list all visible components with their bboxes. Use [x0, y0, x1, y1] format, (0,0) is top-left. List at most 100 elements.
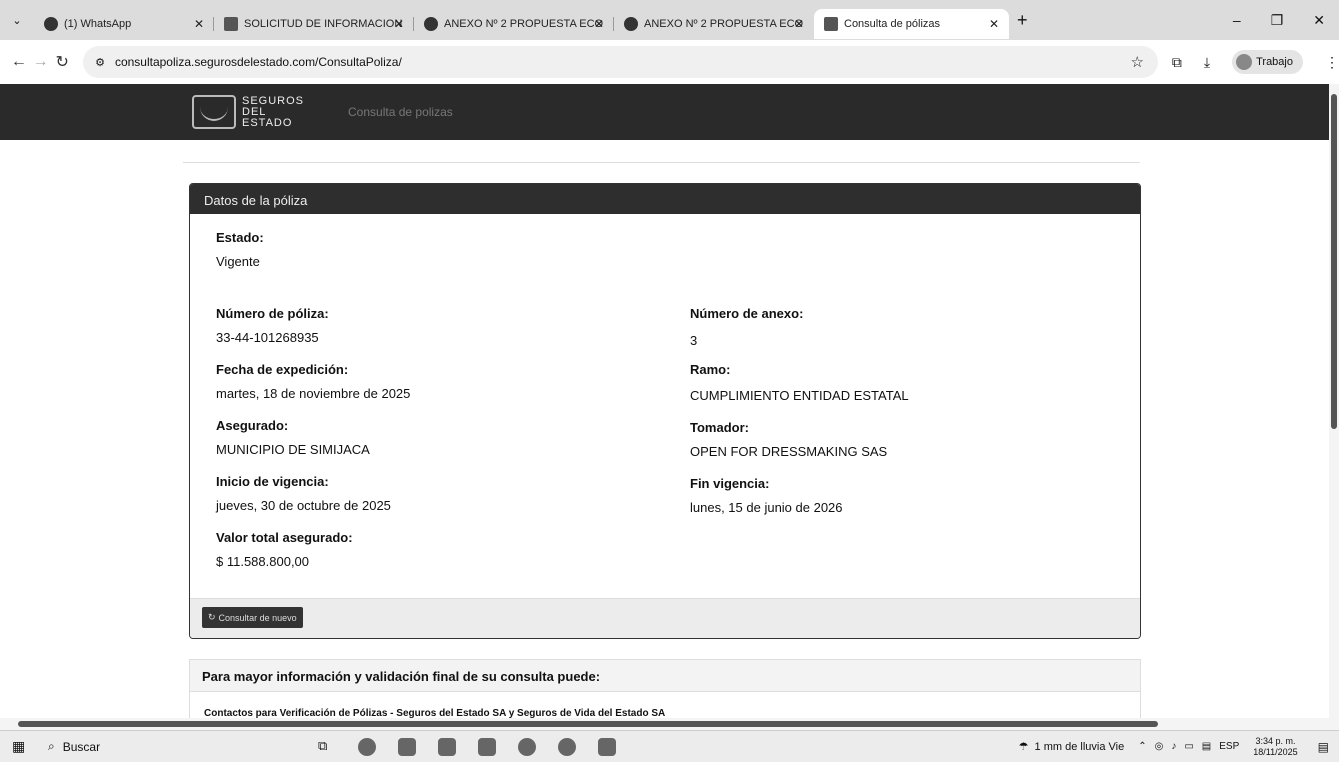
- chrome-profile-icon[interactable]: [558, 737, 576, 756]
- fecha-expedicion-label: Fecha de expedición:: [216, 362, 349, 377]
- logo-emblem-icon: [192, 95, 236, 129]
- edge-icon[interactable]: [358, 737, 376, 756]
- url-text: consultapoliza.segurosdelestado.com/Cons…: [114, 55, 402, 69]
- weather-text: 1 mm de lluvia Vie: [1034, 740, 1125, 753]
- valor-asegurado-value: $ 11.588.800,00: [216, 554, 310, 569]
- clock-time: 3:34 p. m.: [1255, 735, 1296, 746]
- info-box: Para mayor información y validación fina…: [189, 659, 1141, 718]
- numero-anexo-value: 3: [690, 333, 698, 348]
- weather-widget[interactable]: ☂ 1 mm de lluvia Vie: [1018, 740, 1125, 754]
- panel-title: Datos de la póliza: [190, 184, 1140, 214]
- vertical-scrollbar[interactable]: [1329, 84, 1339, 718]
- browser-tab-bar: ⌄ (1) WhatsApp ✕ SOLICITUD DE INFORMACIO…: [0, 0, 1339, 40]
- tab-title: Consulta de pólizas: [844, 18, 941, 30]
- policy-panel: Datos de la póliza Estado: Vigente Númer…: [189, 183, 1141, 639]
- info-heading: Para mayor información y validación fina…: [190, 660, 1140, 692]
- tab-search-icon[interactable]: ⌄: [0, 14, 34, 27]
- valor-asegurado-label: Valor total asegurado:: [216, 530, 353, 545]
- taskbar: ▦ ⌕ Buscar ⧉ ☂ 1 mm de lluvia Vie ⌃ ◎ ♪ …: [0, 730, 1339, 762]
- more-menu-icon[interactable]: ⋮: [1325, 54, 1339, 71]
- info-subheading: Contactos para Verificación de Pólizas -…: [204, 708, 666, 718]
- close-icon[interactable]: ✕: [594, 17, 604, 31]
- minimize-icon[interactable]: –: [1233, 12, 1241, 29]
- globe-icon: [424, 17, 438, 31]
- forward-icon[interactable]: →: [30, 53, 52, 71]
- extensions-icon[interactable]: ⧉: [1172, 54, 1182, 71]
- restore-icon[interactable]: ❐: [1271, 12, 1284, 29]
- close-icon[interactable]: ✕: [989, 17, 999, 31]
- battery-icon[interactable]: ▭: [1184, 741, 1193, 752]
- tab-whatsapp[interactable]: (1) WhatsApp ✕: [34, 9, 214, 39]
- address-bar-row: ← → ↻ ⚙ consultapoliza.segurosdelestado.…: [0, 40, 1339, 84]
- tab-consulta-polizas[interactable]: Consulta de pólizas ✕: [814, 9, 1009, 39]
- avatar: [1236, 54, 1253, 70]
- close-icon[interactable]: ✕: [194, 17, 204, 31]
- keyboard-icon[interactable]: ▤: [1202, 741, 1211, 752]
- taskbar-apps: ⧉: [318, 737, 616, 756]
- notifications-icon[interactable]: ▤: [1318, 740, 1329, 754]
- fecha-expedicion-value: martes, 18 de noviembre de 2025: [216, 386, 411, 401]
- tab-title: (1) WhatsApp: [64, 18, 132, 30]
- profile-button[interactable]: Trabajo: [1232, 50, 1303, 74]
- estado-value: Vigente: [216, 254, 260, 269]
- tab-title: SOLICITUD DE INFORMACION: [244, 18, 403, 30]
- back-icon[interactable]: ←: [8, 53, 30, 71]
- whatsapp-icon: [44, 17, 58, 31]
- chevron-up-icon[interactable]: ⌃: [1138, 741, 1146, 752]
- inicio-vigencia-value: jueves, 30 de octubre de 2025: [216, 498, 391, 513]
- asegurado-label: Asegurado:: [216, 418, 289, 433]
- seguros-del-estado-logo[interactable]: SEGUROS DEL ESTADO: [192, 95, 304, 129]
- url-field[interactable]: ⚙ consultapoliza.segurosdelestado.com/Co…: [83, 46, 1158, 78]
- numero-anexo-label: Número de anexo:: [690, 306, 804, 321]
- tomador-value: OPEN FOR DRESSMAKING SAS: [690, 444, 888, 459]
- close-icon[interactable]: ✕: [394, 17, 404, 31]
- store-icon[interactable]: [478, 737, 496, 756]
- asegurado-value: MUNICIPIO DE SIMIJACA: [216, 442, 370, 457]
- system-tray: ⌃ ◎ ♪ ▭ ▤ ESP 3:34 p. m. 18/11/2025 ▤: [1138, 736, 1339, 758]
- word-icon[interactable]: [598, 737, 616, 756]
- refresh-icon: ↻: [208, 612, 216, 622]
- ramo-value: CUMPLIMIENTO ENTIDAD ESTATAL: [690, 388, 909, 403]
- language-indicator[interactable]: ESP: [1219, 741, 1239, 752]
- profile-label: Trabajo: [1256, 56, 1293, 68]
- search-label: Buscar: [62, 739, 101, 754]
- new-tab-icon[interactable]: +: [1017, 10, 1028, 31]
- windows-start-icon[interactable]: ▦: [12, 738, 42, 755]
- site-info-icon[interactable]: ⚙: [95, 56, 105, 69]
- tab-title: ANEXO Nº 2 PROPUESTA ECO: [644, 18, 804, 30]
- horizontal-scrollbar[interactable]: [0, 718, 1339, 730]
- bookmark-star-icon[interactable]: ☆: [1130, 53, 1143, 71]
- tomador-label: Tomador:: [690, 420, 749, 435]
- outlook-icon[interactable]: [398, 737, 416, 756]
- tab-anexo-2[interactable]: ANEXO Nº 2 PROPUESTA ECO ✕: [614, 9, 814, 39]
- numero-poliza-value: 33-44-101268935: [216, 330, 319, 345]
- download-icon[interactable]: ⤓: [1204, 54, 1210, 71]
- nav-consulta-polizas[interactable]: Consulta de polizas: [348, 105, 453, 119]
- site-icon: [824, 17, 838, 31]
- panel-footer: ↻ Consultar de nuevo: [190, 598, 1140, 638]
- tab-anexo-1[interactable]: ANEXO Nº 2 PROPUESTA ECO ✕: [414, 9, 614, 39]
- tab-title: ANEXO Nº 2 PROPUESTA ECO: [444, 18, 604, 30]
- site-navbar: SEGUROS DEL ESTADO Consulta de polizas: [0, 84, 1339, 140]
- consultar-de-nuevo-button[interactable]: ↻ Consultar de nuevo: [202, 607, 303, 628]
- close-window-icon[interactable]: ✕: [1313, 12, 1325, 29]
- chrome-icon[interactable]: [518, 737, 536, 756]
- close-icon[interactable]: ✕: [794, 17, 804, 31]
- search-icon: ⌕: [48, 739, 55, 753]
- fin-vigencia-value: lunes, 15 de junio de 2026: [690, 500, 843, 515]
- taskbar-search[interactable]: ⌕ Buscar: [48, 739, 278, 754]
- reload-icon[interactable]: ↻: [51, 52, 73, 72]
- panel-body: Estado: Vigente Número de póliza: 33-44-…: [190, 214, 1140, 598]
- estado-label: Estado:: [216, 230, 264, 245]
- clock-date: 18/11/2025: [1253, 746, 1298, 757]
- volume-icon[interactable]: ♪: [1171, 741, 1176, 752]
- fin-vigencia-label: Fin vigencia:: [690, 476, 770, 491]
- task-view-icon[interactable]: ⧉: [318, 738, 336, 756]
- ramo-label: Ramo:: [690, 362, 731, 377]
- rain-icon: ☂: [1018, 741, 1029, 753]
- inicio-vigencia-label: Inicio de vigencia:: [216, 474, 329, 489]
- network-icon[interactable]: ◎: [1155, 741, 1164, 752]
- file-explorer-icon[interactable]: [438, 737, 456, 756]
- clock[interactable]: 3:34 p. m. 18/11/2025: [1253, 736, 1297, 758]
- tab-solicitud[interactable]: SOLICITUD DE INFORMACION ✕: [214, 9, 414, 39]
